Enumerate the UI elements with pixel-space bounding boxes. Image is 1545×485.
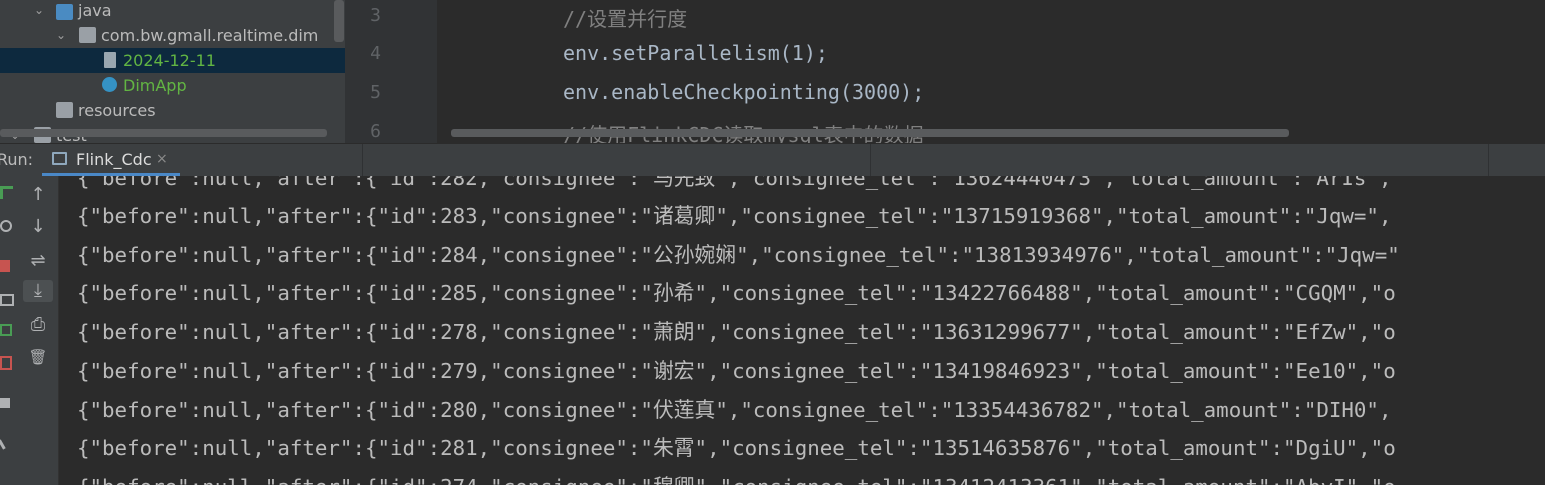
code-editor[interactable]: 3 //设置并行度 4 env.setParallelism(1); 5 env… bbox=[345, 0, 1545, 143]
chevron-down-icon[interactable]: ⌄ bbox=[34, 0, 44, 23]
tab-label: Flink_Cdc bbox=[76, 150, 152, 169]
trash-icon[interactable]: 🗑 bbox=[23, 346, 53, 368]
console-icon bbox=[52, 152, 67, 165]
chevron-down-icon[interactable]: ⌄ bbox=[56, 23, 66, 48]
tree-item-package[interactable]: ⌄ com.bw.gmall.realtime.dim bbox=[0, 23, 345, 48]
console-output[interactable]: {"before":null,"after":{"id":282,"consig… bbox=[59, 176, 1545, 485]
tree-item-label: 2024-12-11 bbox=[123, 51, 216, 70]
console-line: {"before":null,"after":{"id":282,"consig… bbox=[77, 176, 1392, 190]
tree-vertical-scrollbar[interactable] bbox=[334, 0, 344, 42]
package-icon bbox=[79, 27, 96, 43]
scroll-to-end-icon[interactable]: ⤓ bbox=[23, 280, 53, 302]
exit-icon[interactable] bbox=[0, 356, 12, 370]
console-line: {"before":null,"after":{"id":274,"consig… bbox=[77, 470, 1396, 485]
console-line: {"before":null,"after":{"id":283,"consig… bbox=[77, 204, 1392, 228]
console-line: {"before":null,"after":{"id":278,"consig… bbox=[77, 320, 1396, 344]
tab-flink-cdc[interactable]: Flink_Cdc × bbox=[42, 144, 180, 176]
divider bbox=[362, 144, 363, 176]
console-line: {"before":null,"after":{"id":285,"consig… bbox=[77, 281, 1396, 305]
code-line[interactable]: env.enableCheckpointing(3000); bbox=[563, 80, 924, 104]
console-line: {"before":null,"after":{"id":284,"consig… bbox=[77, 243, 1400, 267]
stop-icon[interactable] bbox=[0, 260, 10, 272]
tree-item-label: DimApp bbox=[123, 76, 187, 95]
line-number: 6 bbox=[370, 121, 381, 142]
file-icon bbox=[104, 52, 116, 68]
editor-horizontal-scrollbar[interactable] bbox=[451, 129, 1289, 137]
folder-icon bbox=[56, 4, 73, 20]
arrow-down-icon[interactable]: ↓ bbox=[23, 216, 53, 238]
console-line: {"before":null,"after":{"id":279,"consig… bbox=[77, 359, 1396, 383]
run-toolbar: ↑ ↓ ⇌ ⤓ ⎙ 🗑 bbox=[18, 176, 59, 485]
rerun-icon[interactable] bbox=[0, 186, 13, 199]
settings-icon[interactable] bbox=[0, 324, 12, 336]
tree-item-dimapp[interactable]: DimApp bbox=[0, 73, 345, 98]
tree-item-label: java bbox=[78, 1, 112, 20]
layout-icon[interactable] bbox=[0, 398, 10, 408]
divider bbox=[1488, 144, 1489, 176]
pin-icon[interactable] bbox=[0, 436, 11, 450]
camera-icon[interactable] bbox=[0, 294, 14, 306]
line-number: 3 bbox=[370, 5, 381, 26]
divider bbox=[870, 144, 871, 176]
console-line: {"before":null,"after":{"id":281,"consig… bbox=[77, 436, 1396, 460]
arrow-up-icon[interactable]: ↑ bbox=[23, 184, 53, 206]
run-label: Run: bbox=[0, 150, 34, 169]
soft-wrap-icon[interactable]: ⇌ bbox=[23, 250, 53, 272]
class-icon bbox=[102, 77, 117, 92]
line-number: 5 bbox=[370, 82, 381, 103]
folder-icon bbox=[56, 102, 73, 118]
tree-item-label: com.bw.gmall.realtime.dim bbox=[101, 26, 319, 45]
run-side-toolbar bbox=[0, 176, 18, 485]
tree-item-file-2024-12-11[interactable]: 2024-12-11 bbox=[0, 48, 345, 73]
code-line[interactable]: //设置并行度 bbox=[563, 3, 687, 32]
tree-item-resources[interactable]: resources bbox=[0, 98, 345, 123]
console-line: {"before":null,"after":{"id":280,"consig… bbox=[77, 398, 1392, 422]
close-icon[interactable]: × bbox=[156, 151, 168, 167]
tree-item-java[interactable]: ⌄ java bbox=[0, 0, 345, 25]
run-tool-window-header: Run: Flink_Cdc × bbox=[0, 143, 1545, 177]
project-tree: ⌄ java ⌄ com.bw.gmall.realtime.dim 2024-… bbox=[0, 0, 345, 143]
code-line[interactable]: env.setParallelism(1); bbox=[563, 41, 828, 65]
line-number: 4 bbox=[370, 43, 381, 64]
tree-item-label: resources bbox=[78, 101, 156, 120]
wrench-icon[interactable] bbox=[0, 220, 12, 232]
tree-horizontal-scrollbar[interactable] bbox=[0, 129, 327, 137]
print-icon[interactable]: ⎙ bbox=[23, 314, 53, 336]
